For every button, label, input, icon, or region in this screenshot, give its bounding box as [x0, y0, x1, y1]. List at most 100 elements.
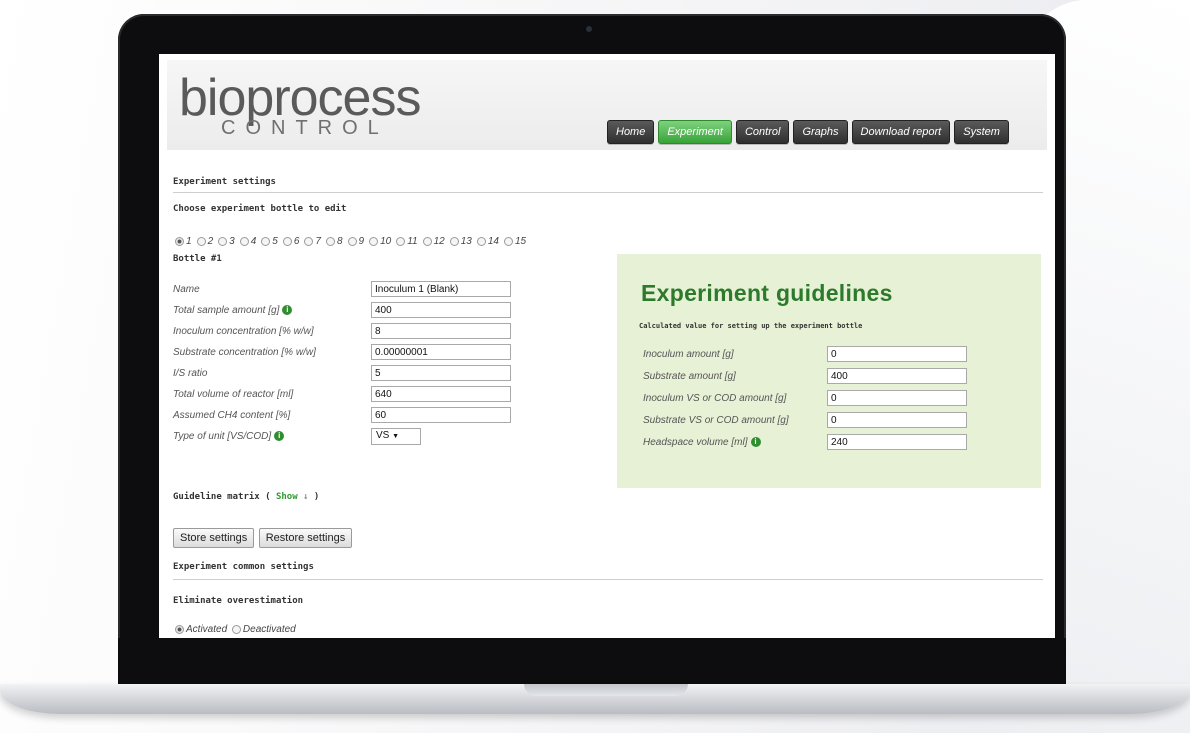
field-label: Total volume of reactor [ml]: [173, 389, 294, 400]
field-label: Total sample amount [g] i: [173, 305, 293, 316]
bottle-radio[interactable]: [449, 236, 459, 246]
field-label: Type of unit [VS/COD] i: [173, 431, 285, 442]
restore-settings-button[interactable]: Restore settings: [258, 528, 353, 548]
button-bar: Store settings Restore settings: [173, 528, 353, 548]
substrate-amount-output[interactable]: 400: [827, 368, 967, 384]
webcam: [586, 26, 592, 32]
bottle-radio[interactable]: [476, 236, 486, 246]
form-row-total-sample: Total sample amount [g] i 400: [173, 302, 523, 322]
dropdown-arrow-icon: ▼: [392, 433, 400, 440]
field-label-text: Type of unit [VS/COD]: [173, 431, 272, 442]
show-link[interactable]: Show: [276, 492, 298, 502]
bottle-radio[interactable]: [369, 236, 379, 246]
bottle-radio[interactable]: [503, 236, 513, 246]
bottle-radio-label: 5: [272, 236, 278, 247]
bottle-radio-label: 14: [487, 236, 499, 247]
bottle-radio-group: 1 2 3 4 5 6 7 8 9 10 11 12 13 14 15: [173, 236, 529, 247]
reactor-volume-input[interactable]: 640: [371, 386, 511, 402]
bottle-radio[interactable]: [261, 236, 271, 246]
substrate-concentration-input[interactable]: 0.00000001: [371, 344, 511, 360]
bottle-radio-label: 4: [250, 236, 257, 247]
bottle-radio-label: 12: [433, 236, 445, 247]
inoculum-amount-output[interactable]: 0: [827, 346, 967, 362]
unit-type-select[interactable]: VS ▼: [371, 428, 421, 445]
info-icon[interactable]: i: [274, 431, 285, 442]
bottle-radio[interactable]: [218, 236, 228, 246]
laptop-screen: bioprocess CONTROL Home Experiment Contr…: [159, 54, 1055, 638]
guideline-matrix-label: Guideline matrix ( Show ↓ ): [173, 492, 319, 502]
store-settings-button[interactable]: Store settings: [173, 528, 255, 548]
bottle-radio[interactable]: [304, 236, 314, 246]
form-row-reactor-volume: Total volume of reactor [ml] 640: [173, 386, 523, 406]
bottle-radio[interactable]: [325, 236, 335, 246]
bottle-radio-label: 15: [514, 236, 527, 247]
field-label: Substrate concentration [% w/w]: [173, 347, 316, 358]
guideline-matrix-text: Guideline matrix (: [173, 492, 271, 502]
nav-home-button[interactable]: Home: [607, 120, 655, 144]
page-header: bioprocess CONTROL Home Experiment Contr…: [167, 60, 1047, 150]
nav-control-button[interactable]: Control: [735, 120, 790, 144]
guideline-label: Headspace volume [ml] i: [643, 437, 761, 448]
bottle-title: Bottle #1: [173, 254, 222, 264]
bottle-radio-label: 6: [293, 236, 300, 247]
bottle-radio[interactable]: [422, 236, 432, 246]
substrate-vs-output[interactable]: 0: [827, 412, 967, 428]
total-sample-input[interactable]: 400: [371, 302, 511, 318]
inoculum-concentration-input[interactable]: 8: [371, 323, 511, 339]
bottle-radio-label: 9: [358, 236, 365, 247]
nav-graphs-button[interactable]: Graphs: [793, 120, 848, 144]
form-row-substrate-conc: Substrate concentration [% w/w] 0.000000…: [173, 344, 523, 364]
guideline-label: Substrate amount [g]: [643, 371, 736, 382]
choose-bottle-label: Choose experiment bottle to edit: [173, 204, 347, 214]
field-label-text: Total sample amount [g]: [173, 305, 280, 316]
logo-control: CONTROL: [221, 117, 389, 139]
nav-system-button[interactable]: System: [954, 120, 1009, 144]
form-row-inoculum-conc: Inoculum concentration [% w/w] 8: [173, 323, 523, 343]
bottle-radio-label: 13: [460, 236, 472, 247]
common-settings-title: Experiment common settings: [173, 562, 314, 572]
ch4-content-input[interactable]: 60: [371, 407, 511, 423]
radio-activated[interactable]: [175, 624, 184, 634]
bottle-radio[interactable]: [239, 236, 249, 246]
bottle-radio[interactable]: [282, 236, 292, 246]
form-row-is-ratio: I/S ratio 5: [173, 365, 523, 385]
field-label: Assumed CH4 content [%]: [173, 410, 291, 421]
main-nav: Home Experiment Control Graphs Download …: [607, 120, 1009, 144]
radio-label: Activated: [186, 624, 228, 635]
guideline-label: Inoculum VS or COD amount [g]: [643, 393, 787, 404]
guidelines-title: Experiment guidelines: [641, 280, 893, 306]
guideline-row-inoculum-vs: Inoculum VS or COD amount [g] 0: [643, 390, 1023, 410]
bottle-radio-label: 11: [407, 236, 418, 247]
bottle-radio[interactable]: [175, 236, 184, 246]
field-label: Name: [173, 284, 200, 295]
headspace-volume-output[interactable]: 240: [827, 434, 967, 450]
form-row-unit-type: Type of unit [VS/COD] i VS ▼: [173, 428, 523, 448]
guideline-label: Substrate VS or COD amount [g]: [643, 415, 789, 426]
radio-deactivated[interactable]: [231, 624, 241, 634]
bottle-form: Name Inoculum 1 (Blank) Total sample amo…: [173, 281, 533, 461]
guideline-label: Inoculum amount [g]: [643, 349, 734, 360]
info-icon[interactable]: i: [282, 305, 293, 316]
divider: [173, 579, 1043, 580]
bottle-radio-label: 1: [186, 236, 192, 247]
bottle-radio-label: 2: [207, 236, 214, 247]
nav-download-report-button[interactable]: Download report: [851, 120, 951, 144]
bottle-radio-label: 10: [380, 236, 392, 247]
is-ratio-input[interactable]: 5: [371, 365, 511, 381]
bottle-radio[interactable]: [347, 236, 357, 246]
screen-bezel-bottom: [118, 638, 1066, 690]
divider: [173, 192, 1043, 193]
form-row-ch4-content: Assumed CH4 content [%] 60: [173, 407, 523, 427]
guideline-label-text: Headspace volume [ml]: [643, 437, 748, 448]
name-input[interactable]: Inoculum 1 (Blank): [371, 281, 511, 297]
bottle-radio[interactable]: [396, 236, 406, 246]
info-icon[interactable]: i: [750, 437, 761, 448]
bottle-radio-label: 8: [336, 236, 343, 247]
guidelines-subtitle: Calculated value for setting up the expe…: [639, 322, 863, 330]
bottle-radio[interactable]: [196, 236, 206, 246]
bottle-radio-label: 7: [315, 236, 321, 247]
inoculum-vs-output[interactable]: 0: [827, 390, 967, 406]
nav-experiment-button[interactable]: Experiment: [658, 120, 732, 144]
overestimation-radio-group: Activated Deactivated: [173, 624, 296, 635]
field-label: I/S ratio: [173, 368, 208, 379]
